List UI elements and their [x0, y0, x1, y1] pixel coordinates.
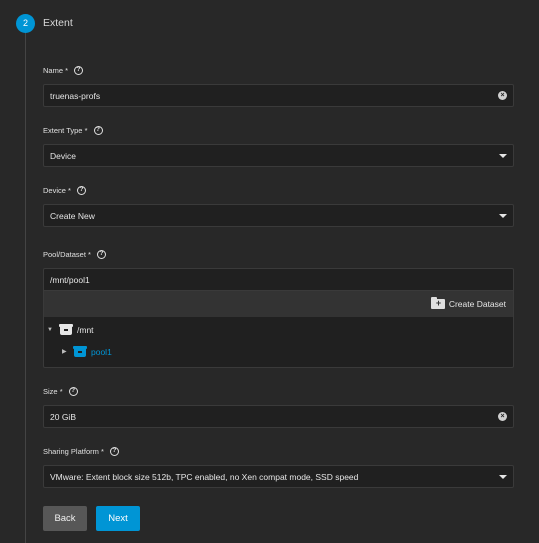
tree-node-label: /mnt — [77, 324, 94, 335]
step-title: Extent — [43, 17, 73, 29]
extent-type-value: Device — [50, 150, 76, 161]
stepper-line — [25, 32, 26, 543]
required-marker: * — [84, 125, 88, 135]
expand-toggle-icon[interactable]: ▶ — [62, 348, 72, 355]
sharing-platform-value: VMware: Extent block size 512b, TPC enab… — [50, 471, 359, 482]
create-dataset-button[interactable]: + Create Dataset — [430, 297, 506, 309]
help-icon[interactable]: ? — [74, 65, 84, 75]
extent-type-field: Extent Type * ? Device — [43, 124, 514, 167]
device-label: Device — [43, 185, 66, 195]
sharing-platform-label: Sharing Platform — [43, 446, 99, 456]
name-label: Name — [43, 65, 64, 75]
dataset-explorer: /mnt/pool1 + Create Dataset ▼ /mnt ▶ poo… — [43, 268, 514, 368]
clear-icon[interactable]: × — [498, 91, 507, 100]
help-icon[interactable]: ? — [109, 446, 119, 456]
help-icon[interactable]: ? — [93, 125, 103, 135]
folder-plus-icon: + — [430, 297, 445, 309]
size-field: Size * ? 20 GiB × — [43, 385, 514, 428]
device-select[interactable]: Create New — [43, 204, 514, 227]
size-value: 20 GiB — [50, 411, 76, 422]
chevron-down-icon — [499, 213, 507, 218]
explorer-toolbar: + Create Dataset — [44, 291, 513, 317]
tree-node-pool1[interactable]: ▶ pool1 — [62, 346, 112, 357]
extent-type-select[interactable]: Device — [43, 144, 514, 167]
pool-dataset-field: Pool/Dataset * ? /mnt/pool1 + Create Dat… — [43, 248, 514, 368]
name-value: truenas-profs — [50, 90, 101, 101]
extent-type-label: Extent Type — [43, 125, 83, 135]
back-button[interactable]: Back — [43, 506, 87, 531]
sharing-platform-field: Sharing Platform * ? VMware: Extent bloc… — [43, 445, 514, 488]
help-icon[interactable]: ? — [76, 185, 86, 195]
next-button[interactable]: Next — [96, 506, 140, 531]
path-value: /mnt/pool1 — [50, 274, 90, 285]
name-input[interactable]: truenas-profs × — [43, 84, 514, 107]
required-marker: * — [88, 249, 91, 259]
dataset-icon — [59, 324, 73, 335]
create-dataset-label: Create Dataset — [448, 299, 506, 309]
size-label: Size — [43, 386, 58, 396]
tree-node-label: pool1 — [91, 346, 112, 357]
chevron-down-icon — [499, 474, 507, 479]
dataset-icon — [73, 346, 87, 357]
device-value: Create New — [50, 210, 95, 221]
step-header: 2 Extent — [16, 13, 73, 33]
size-input[interactable]: 20 GiB × — [43, 405, 514, 428]
expand-toggle-icon[interactable]: ▼ — [47, 327, 57, 333]
required-marker: * — [65, 65, 69, 75]
help-icon[interactable]: ? — [96, 249, 106, 259]
chevron-down-icon — [499, 153, 507, 158]
sharing-platform-select[interactable]: VMware: Extent block size 512b, TPC enab… — [43, 465, 514, 488]
pool-dataset-label: Pool/Dataset — [43, 249, 86, 259]
required-marker: * — [100, 446, 104, 456]
required-marker: * — [68, 185, 71, 195]
step-number-badge: 2 — [16, 13, 35, 33]
help-icon[interactable]: ? — [68, 386, 78, 396]
device-field: Device * ? Create New — [43, 184, 514, 227]
path-input[interactable]: /mnt/pool1 — [44, 269, 513, 291]
clear-icon[interactable]: × — [498, 412, 507, 421]
required-marker: * — [59, 386, 63, 396]
tree-node-mnt[interactable]: ▼ /mnt — [47, 324, 94, 335]
name-field: Name * ? truenas-profs × — [43, 64, 514, 107]
